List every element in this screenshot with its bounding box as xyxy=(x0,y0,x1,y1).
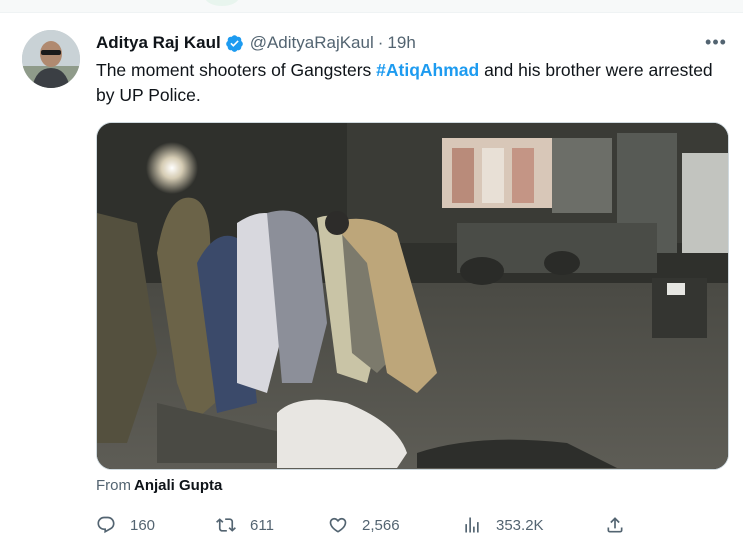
share-icon xyxy=(607,517,623,533)
tweet-text: The moment shooters of Gangsters #AtiqAh… xyxy=(96,58,716,108)
verified-badge-icon xyxy=(225,34,244,53)
like-count: 2,566 xyxy=(362,516,400,534)
tweet-actions: 160 611 2,566 353.2K xyxy=(96,512,729,538)
tweet-divider xyxy=(0,12,743,13)
share-button[interactable] xyxy=(605,512,639,538)
tweet-video[interactable] xyxy=(96,122,729,470)
reply-button[interactable]: 160 xyxy=(96,512,155,538)
author-name[interactable]: Aditya Raj Kaul xyxy=(96,33,221,53)
from-author-link[interactable]: Anjali Gupta xyxy=(134,477,222,494)
retweet-icon xyxy=(216,518,236,532)
like-button[interactable]: 2,566 xyxy=(328,512,400,538)
analytics-icon xyxy=(465,517,479,533)
video-attribution: From Anjali Gupta xyxy=(96,477,222,494)
views-count: 353.2K xyxy=(496,516,544,534)
hashtag-link[interactable]: #AtiqAhmad xyxy=(376,60,479,80)
tweet-header: Aditya Raj Kaul @AdityaRajKaul · 19h xyxy=(96,32,416,54)
tweet-text-start: The moment shooters of Gangsters xyxy=(96,60,377,80)
separator-dot: · xyxy=(377,33,384,52)
previous-tweet-strip xyxy=(0,0,743,12)
reply-icon xyxy=(97,516,115,534)
avatar[interactable] xyxy=(22,30,80,88)
tweet-timestamp[interactable]: 19h xyxy=(387,33,415,53)
retweet-count: 611 xyxy=(250,516,274,534)
retweet-button[interactable]: 611 xyxy=(216,512,274,538)
more-options-icon[interactable]: ••• xyxy=(700,30,732,54)
author-handle[interactable]: @AdityaRajKaul xyxy=(250,33,374,53)
views-button[interactable]: 353.2K xyxy=(462,512,544,538)
heart-icon xyxy=(329,517,347,533)
reply-count: 160 xyxy=(130,516,156,534)
from-label: From xyxy=(96,477,131,494)
strip-decoration xyxy=(205,0,239,6)
